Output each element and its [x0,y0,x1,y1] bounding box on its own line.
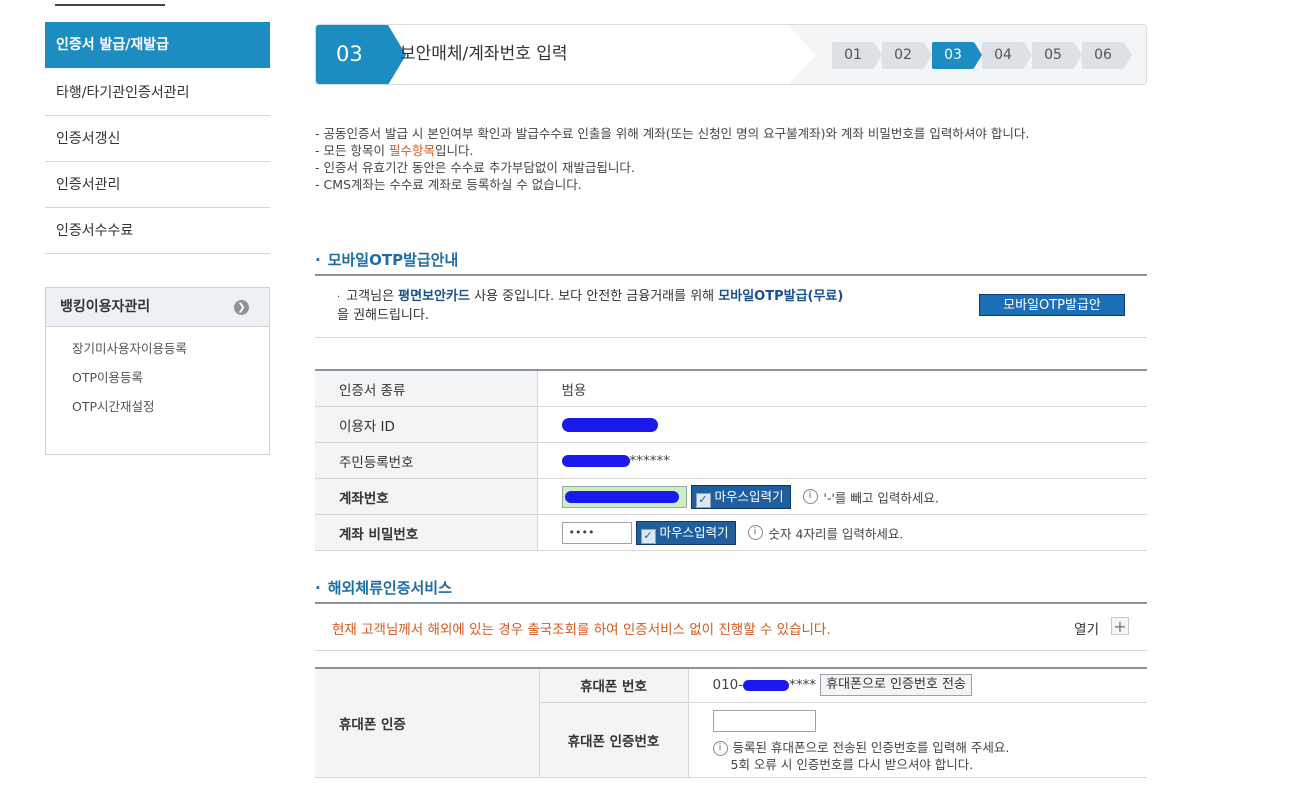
table-row: 계좌 비밀번호 •••• ✓ 마우스입력기 i 숫자 4자리를 입력하세요. [315,514,1147,551]
step-chip-06: 06 [1082,42,1132,69]
table-row: 휴대폰 인증 휴대폰 번호 010- **** 휴대폰으로 인증번호 전송 [315,668,1147,778]
phone-redacted [743,679,790,691]
sidebar-item-cert-fee[interactable]: 인증서수수료 [45,208,270,254]
step-chip-01: 01 [832,42,882,69]
notice-item: - CMS계좌는 수수료 계좌로 등록하실 수 없습니다. [315,177,582,192]
table-row: 이용자 ID [315,406,1147,443]
checkbox-checked-icon: ✓ [695,492,711,508]
sidebar-sub-item-dormant-register[interactable]: 장기미사용자이용등록 [72,337,269,366]
password-mouse-input-button[interactable]: ✓ 마우스입력기 [635,520,736,545]
account-number-input[interactable] [561,485,687,508]
account-mouse-input-button[interactable]: ✓ 마우스입력기 [690,484,791,509]
step-chip-05: 05 [1032,42,1082,69]
phone-prefix: 010- [712,677,744,694]
account-password-input[interactable]: •••• [561,521,632,544]
password-hint: 숫자 4자리를 입력하세요. [768,526,904,541]
notice-list: - 공동인증서 발급 시 본인여부 확인과 발급수수료 인출을 위해 계좌(또는… [315,125,1145,193]
overseas-message: 현재 고객님께서 해외에 있는 경우 출국조회를 하여 인증서비스 없이 진행할… [332,622,831,638]
sidebar-item-cert-issue[interactable]: 인증서 발급/재발급 [45,22,270,68]
checkbox-checked-icon: ✓ [640,528,656,544]
step-chip-02: 02 [882,42,932,69]
send-code-button[interactable]: 휴대폰으로 인증번호 전송 [820,674,972,697]
sidebar-sub-item-otp-register[interactable]: OTP이용등록 [72,366,269,395]
notice-item: - 인증서 유효기간 동안은 수수료 추가부담없이 재발급됩니다. [315,160,635,175]
otp-info-text: · 고객님은 평면보안카드 사용 중입니다. 보다 안전한 금융거래를 위해 모바… [337,289,844,323]
overseas-section-title: 해외체류인증서비스 [315,577,452,598]
info-icon: i [712,741,728,756]
phone-auth-label: 휴대폰 인증 [315,668,540,778]
banking-user-menu-title: 뱅킹이용자관리 [60,299,151,315]
table-row: 주민등록번호 ****** [315,442,1147,479]
banking-user-menu-header[interactable]: 뱅킹이용자관리 ❯ [46,288,269,327]
rrn-redacted [561,454,630,467]
phone-auth-table: 휴대폰 인증 휴대폰 번호 010- **** 휴대폰으로 인증번호 전송 휴대폰 … [315,667,1147,778]
user-id-label: 이용자 ID [315,406,538,443]
info-icon: i [802,489,818,504]
notice-item: - 공동인증서 발급 시 본인여부 확인과 발급수수료 인출을 위해 계좌(또는… [315,126,1030,141]
current-step-number: 03 [316,25,406,84]
step-title: 보안매체/계좌번호 입력 [400,44,568,64]
otp-section-title: 모바일OTP발급안내 [315,249,459,270]
step-chip-03: 03 [932,42,982,69]
account-password-label: 계좌 비밀번호 [315,514,538,551]
phone-code-hint-1: 등록된 휴대폰으로 전송된 인증번호를 입력해 주세요. [732,740,1010,755]
step-indicator: 03 보안매체/계좌번호 입력 01 02 03 04 05 06 [315,24,1147,85]
rrn-suffix: ****** [629,452,671,469]
otp-info-box: · 고객님은 평면보안카드 사용 중입니다. 보다 안전한 금융거래를 위해 모바… [315,275,1147,338]
sidebar-item-cert-renew[interactable]: 인증서갱신 [45,116,270,162]
sidebar-item-other-cert[interactable]: 타행/타기관인증서관리 [45,70,270,116]
table-row: 계좌번호 ✓ 마우스입력기 i '-'를 빼고 입력하세요. [315,478,1147,515]
rrn-label: 주민등록번호 [315,442,538,479]
sidebar: 인증서 발급/재발급 타행/타기관인증서관리 인증서갱신 인증서관리 인증서수수… [45,22,270,254]
phone-code-input[interactable] [712,710,816,732]
table-row: 인증서 종류 범용 [315,370,1147,407]
account-label: 계좌번호 [315,478,538,515]
cert-type-value: 범용 [537,370,1147,407]
notice-item: - 모든 항목이 필수항목입니다. [315,143,474,158]
phone-code-hint-2: 5회 오류 시 인증번호를 다시 받으셔야 합니다. [730,757,974,772]
overseas-info-box: 현재 고객님께서 해외에 있는 경우 출국조회를 하여 인증서비스 없이 진행할… [315,603,1147,651]
overseas-open-label[interactable]: 열기 [1074,618,1099,638]
info-icon: i [747,525,763,540]
account-hint: '-'를 빼고 입력하세요. [823,490,939,505]
step-chip-04: 04 [982,42,1032,69]
sidebar-item-cert-manage[interactable]: 인증서관리 [45,162,270,208]
banking-user-menu: 뱅킹이용자관리 ❯ 장기미사용자이용등록 OTP이용등록 OTP시간재설정 [45,287,270,455]
phone-number-label: 휴대폰 번호 [539,668,689,703]
step-sequence: 01 02 03 04 05 06 [832,42,1132,69]
sidebar-sub-item-otp-time-reset[interactable]: OTP시간재설정 [72,395,269,424]
chevron-right-circle-icon[interactable]: ❯ [234,300,249,315]
cert-type-label: 인증서 종류 [315,370,538,407]
user-id-redacted [561,417,658,432]
account-form-table: 인증서 종류 범용 이용자 ID 주민등록번호 ****** 계좌번호 ✓ 마우스… [315,369,1147,551]
phone-suffix: **** [789,677,817,694]
mobile-otp-issue-button[interactable]: 모바일OTP발급안 [979,294,1125,316]
phone-code-label: 휴대폰 인증번호 [539,702,689,778]
plus-icon[interactable]: + [1111,617,1129,635]
page-title-cutoff [55,0,165,6]
